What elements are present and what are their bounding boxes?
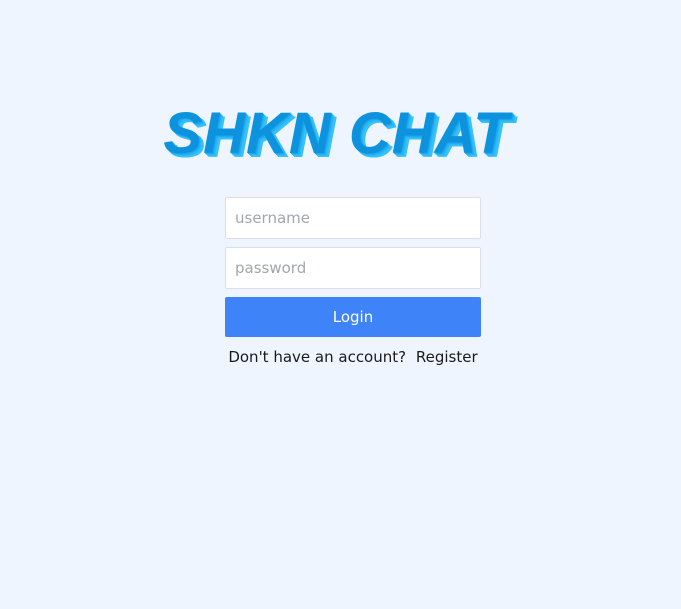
register-row: Don't have an account? Register: [225, 348, 481, 366]
login-form: Login: [225, 197, 481, 337]
register-prompt: Don't have an account?: [228, 348, 407, 366]
login-page: SHKN CHAT Login Don't have an account? R…: [0, 0, 681, 609]
login-button[interactable]: Login: [225, 297, 481, 337]
register-link[interactable]: Register: [416, 348, 478, 366]
password-input[interactable]: [225, 247, 481, 289]
logo: SHKN CHAT: [0, 105, 681, 163]
username-input[interactable]: [225, 197, 481, 239]
logo-text: SHKN CHAT: [163, 101, 510, 166]
